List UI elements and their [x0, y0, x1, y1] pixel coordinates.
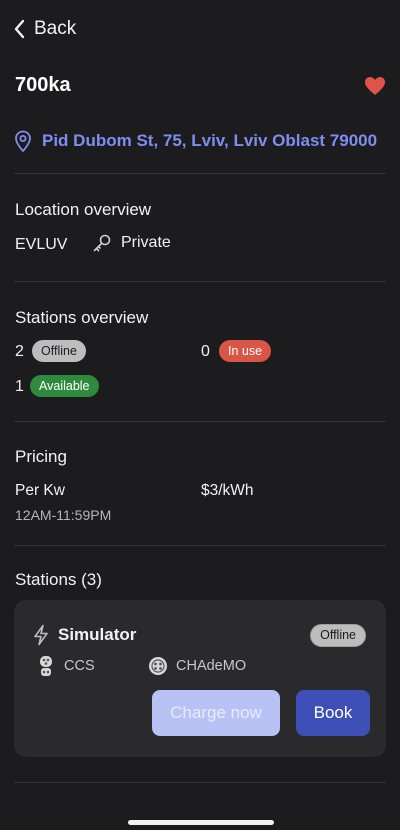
offline-badge: Offline [32, 340, 86, 362]
station-card[interactable]: Simulator Offline CCS CHAdeMO Charge now [14, 600, 386, 757]
station-details-screen: Back 700ka Pid Dubom St, 75, Lviv, Lviv … [0, 0, 400, 830]
address-text: Pid Dubom St, 75, Lviv, Lviv Oblast 7900… [42, 131, 378, 150]
connector-ccs-label: CCS [64, 658, 95, 674]
location-name: 700ka [15, 74, 71, 96]
access-type: Private [92, 233, 171, 253]
location-overview-title: Location overview [15, 200, 152, 219]
station-status-badge: Offline [310, 624, 366, 647]
back-label: Back [34, 18, 77, 39]
stations-overview-title: Stations overview [15, 308, 149, 327]
key-icon [93, 234, 111, 252]
in-use-badge: In use [219, 340, 272, 362]
chevron-left-icon [14, 19, 25, 39]
chademo-connector-icon [149, 657, 167, 675]
address-link[interactable]: Pid Dubom St, 75, Lviv, Lviv Oblast 7900… [14, 130, 377, 152]
operator-name: EVLUV [15, 236, 68, 253]
back-button[interactable]: Back [12, 18, 76, 40]
available-badge: Available [30, 375, 99, 397]
heart-icon[interactable] [364, 76, 386, 96]
access-label: Private [121, 234, 171, 251]
pricing-title: Pricing [15, 447, 67, 466]
connector-chademo: CHAdeMO [148, 655, 246, 677]
pricing-unit: Per Kw [15, 482, 65, 499]
station-name: Simulator [58, 625, 137, 644]
available-count: 1 [15, 378, 24, 395]
lightning-icon [34, 624, 48, 646]
divider [14, 281, 386, 282]
station-header: Simulator [32, 624, 136, 646]
location-pin-icon [15, 130, 31, 152]
stations-title: Stations (3) [15, 570, 102, 589]
book-button[interactable]: Book [296, 690, 370, 736]
connector-chademo-label: CHAdeMO [176, 658, 247, 674]
divider [14, 421, 386, 422]
offline-count: 2 [15, 343, 24, 360]
divider [14, 782, 386, 783]
ccs-connector-icon [40, 656, 52, 676]
connector-ccs: CCS [36, 655, 95, 677]
pricing-value: $3/kWh [201, 482, 254, 499]
home-indicator [128, 820, 274, 825]
charge-now-button[interactable]: Charge now [152, 690, 280, 736]
pricing-hours: 12AM-11:59PM [15, 507, 112, 523]
divider [14, 545, 386, 546]
in-use-count: 0 [201, 343, 210, 360]
divider [14, 173, 386, 174]
